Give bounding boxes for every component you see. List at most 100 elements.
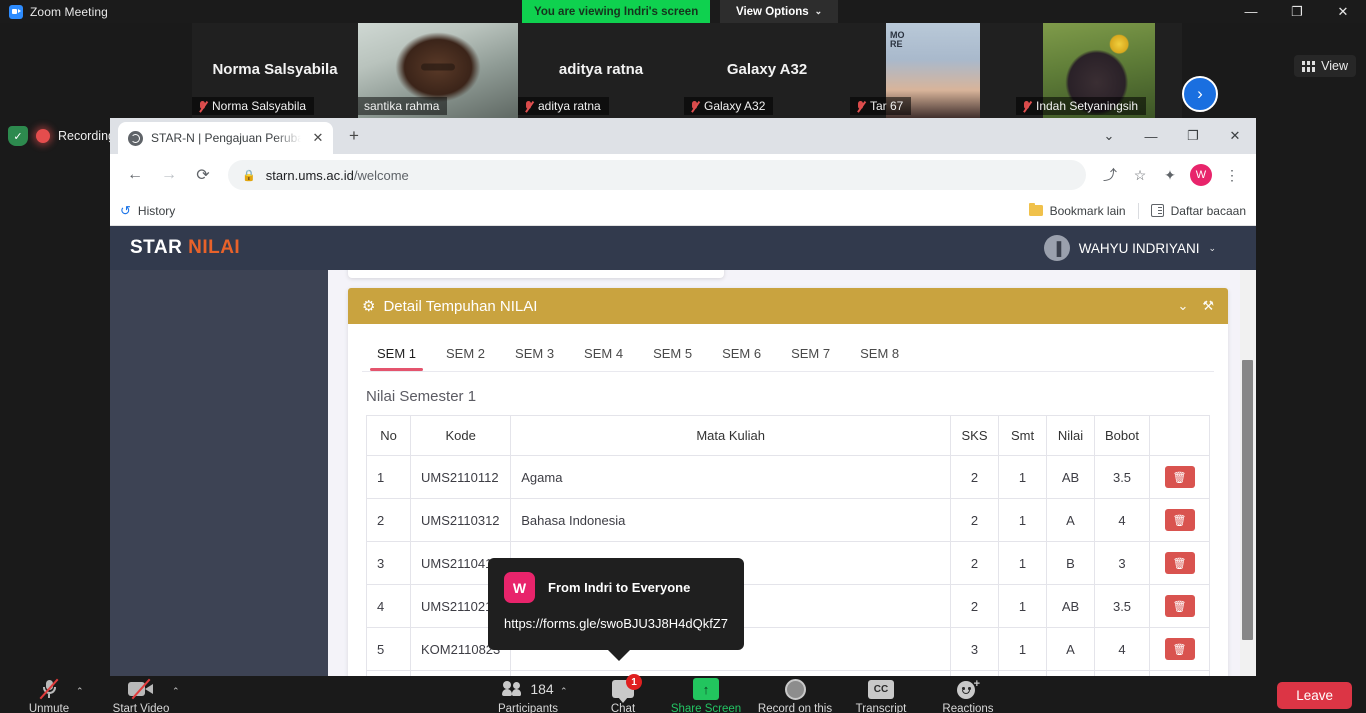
- delete-row-button[interactable]: 🗑: [1164, 466, 1195, 488]
- share-icon[interactable]: ⤴: [1096, 161, 1124, 189]
- reactions-smiley-icon: +: [957, 678, 980, 700]
- cell-nilai: AB: [1046, 455, 1096, 499]
- collapse-icon[interactable]: ⌄: [1177, 298, 1188, 314]
- view-layout-button[interactable]: View: [1294, 55, 1356, 77]
- reading-list-button[interactable]: Daftar bacaan: [1150, 204, 1246, 218]
- cell-bobot: 3.5: [1094, 584, 1150, 628]
- app-sidebar[interactable]: [110, 270, 328, 676]
- page-scrollbar[interactable]: ▲: [1240, 228, 1256, 676]
- share-screen-button[interactable]: ↑ Share Screen: [663, 678, 749, 713]
- bookmarks-bar: ↺ History Bookmark lain Daftar bacaan: [110, 196, 1256, 226]
- user-menu[interactable]: ▐ WAHYU INDRIYANI ⌄: [1043, 235, 1216, 261]
- zoom-logo-icon: [9, 4, 23, 19]
- chat-button[interactable]: 1 Chat: [580, 674, 666, 713]
- view-options-button[interactable]: View Options ⌄: [720, 0, 839, 23]
- browser-window-controls: ⌄ — ❐ ✕: [1088, 118, 1256, 154]
- participant-tile-aditya[interactable]: aditya ratna aditya ratna: [518, 23, 684, 119]
- browser-collapse-button[interactable]: ⌄: [1088, 118, 1130, 154]
- browser-maximize-button[interactable]: ❐: [1172, 118, 1214, 154]
- tab-close-icon[interactable]: ✕: [309, 130, 327, 146]
- bookmark-other-folder[interactable]: Bookmark lain: [1028, 202, 1126, 218]
- participant-strip: Norma Salsyabila Norma Salsyabila santik…: [0, 23, 1366, 119]
- start-video-label: Start Video: [112, 703, 170, 713]
- cell-mata-kuliah: Agama: [510, 455, 952, 499]
- browser-toolbar: ← → ⟳ 🔒 starn.ums.ac.id/welcome ⤴ ☆ ✦ W …: [110, 154, 1256, 196]
- forward-button[interactable]: →: [154, 160, 184, 190]
- tab-sem-4[interactable]: SEM 4: [569, 338, 638, 371]
- tab-sem-7[interactable]: SEM 7: [776, 338, 845, 371]
- cell-no: 4: [366, 584, 411, 628]
- recording-dot-icon: [36, 129, 50, 143]
- leave-meeting-button[interactable]: Leave: [1277, 682, 1352, 709]
- video-options-chevron-icon[interactable]: ⌃: [172, 686, 180, 697]
- tab-sem-5[interactable]: SEM 5: [638, 338, 707, 371]
- browser-menu-icon[interactable]: ⋮: [1218, 161, 1246, 189]
- column-header-actions: [1149, 415, 1210, 456]
- tab-sem-8[interactable]: SEM 8: [845, 338, 914, 371]
- grid-view-icon: [1302, 60, 1316, 72]
- cell-kode: UMS2110112: [409, 455, 512, 499]
- profile-avatar[interactable]: W: [1190, 164, 1212, 186]
- participant-tile-santika[interactable]: santika rahma: [358, 23, 518, 119]
- participant-tile-galaxy[interactable]: Galaxy A32 Galaxy A32: [684, 23, 850, 119]
- participant-name-label: Norma Salsyabila: [212, 99, 307, 113]
- tab-sem-1[interactable]: SEM 1: [362, 338, 431, 371]
- delete-row-button[interactable]: 🗑: [1164, 638, 1195, 660]
- partial-card-above: [348, 270, 724, 278]
- back-button[interactable]: ←: [120, 160, 150, 190]
- closed-caption-button[interactable]: CC Transcript: [838, 678, 924, 713]
- new-tab-button[interactable]: +: [342, 126, 366, 146]
- delete-row-button[interactable]: 🗑: [1164, 595, 1195, 617]
- cell-bobot: 4: [1094, 498, 1150, 542]
- participant-name-bar: aditya ratna: [518, 97, 609, 115]
- participant-name-bar: Indah Setyaningsih: [1016, 97, 1147, 115]
- maximize-button[interactable]: ❐: [1274, 0, 1320, 23]
- chat-message-text[interactable]: https://forms.gle/swoBJU3J8H4dQkfZ7: [504, 615, 728, 634]
- cell-smt: 1: [998, 584, 1048, 628]
- extensions-icon[interactable]: ✦: [1156, 161, 1184, 189]
- participant-name-label: Galaxy A32: [704, 99, 766, 113]
- close-button[interactable]: ✕: [1320, 0, 1366, 23]
- scrollbar-thumb[interactable]: [1242, 360, 1253, 640]
- card-header: ⚙ Detail Tempuhan NILAI ⌄ ⚒: [348, 288, 1228, 324]
- participant-tile-indah[interactable]: Indah Setyaningsih: [1016, 23, 1182, 119]
- chat-bubble-icon: 1: [612, 674, 642, 703]
- browser-close-button[interactable]: ✕: [1214, 118, 1256, 154]
- tab-sem-3[interactable]: SEM 3: [500, 338, 569, 371]
- cell-smt: 1: [998, 498, 1048, 542]
- encryption-shield-icon[interactable]: ✓: [8, 126, 28, 146]
- participant-tile-tar67[interactable]: MO RE Tar 67: [850, 23, 1016, 119]
- share-screen-icon: ↑: [693, 678, 719, 700]
- wrench-icon[interactable]: ⚒: [1202, 298, 1214, 314]
- chat-notification-popup[interactable]: W From Indri to Everyone https://forms.g…: [488, 558, 744, 661]
- delete-row-button[interactable]: 🗑: [1164, 509, 1195, 531]
- tab-sem-6[interactable]: SEM 6: [707, 338, 776, 371]
- participant-tile-norma[interactable]: Norma Salsyabila Norma Salsyabila: [192, 23, 358, 119]
- audio-options-chevron-icon[interactable]: ⌃: [76, 686, 84, 697]
- column-header-no: No: [366, 415, 411, 456]
- address-bar[interactable]: 🔒 starn.ums.ac.id/welcome: [228, 160, 1086, 190]
- bookmark-star-icon[interactable]: ☆: [1126, 161, 1154, 189]
- bookmark-history[interactable]: ↺ History: [120, 203, 175, 219]
- reload-button[interactable]: ⟳: [188, 160, 218, 190]
- delete-row-button[interactable]: 🗑: [1164, 552, 1195, 574]
- browser-tab-active[interactable]: STAR-N | Pengajuan Perubahan N ✕: [118, 122, 333, 154]
- tab-sem-2[interactable]: SEM 2: [431, 338, 500, 371]
- chevron-down-icon: ⌄: [1208, 242, 1216, 253]
- cell-actions: 🗑: [1149, 627, 1210, 671]
- screen-root: Zoom Meeting You are viewing Indri's scr…: [0, 0, 1366, 713]
- cell-smt: 1: [998, 627, 1048, 671]
- app-logo[interactable]: STAR NILAI: [130, 237, 240, 259]
- table-row: 1 UMS2110112 Agama 2 1 AB 3.5 🗑: [366, 455, 1210, 499]
- poster-text: MO RE: [890, 30, 905, 49]
- reactions-button[interactable]: + Reactions: [925, 678, 1011, 713]
- next-participants-button[interactable]: ›: [1182, 76, 1218, 112]
- chat-label: Chat: [610, 703, 636, 713]
- view-options-label: View Options: [736, 5, 809, 18]
- minimize-button[interactable]: —: [1228, 0, 1274, 23]
- participants-chevron-icon[interactable]: ⌃: [560, 686, 568, 697]
- screen-share-banner: You are viewing Indri's screen: [522, 0, 711, 23]
- glasses-shape: [421, 63, 455, 71]
- browser-minimize-button[interactable]: —: [1130, 118, 1172, 154]
- record-button[interactable]: Record on this: [752, 678, 838, 713]
